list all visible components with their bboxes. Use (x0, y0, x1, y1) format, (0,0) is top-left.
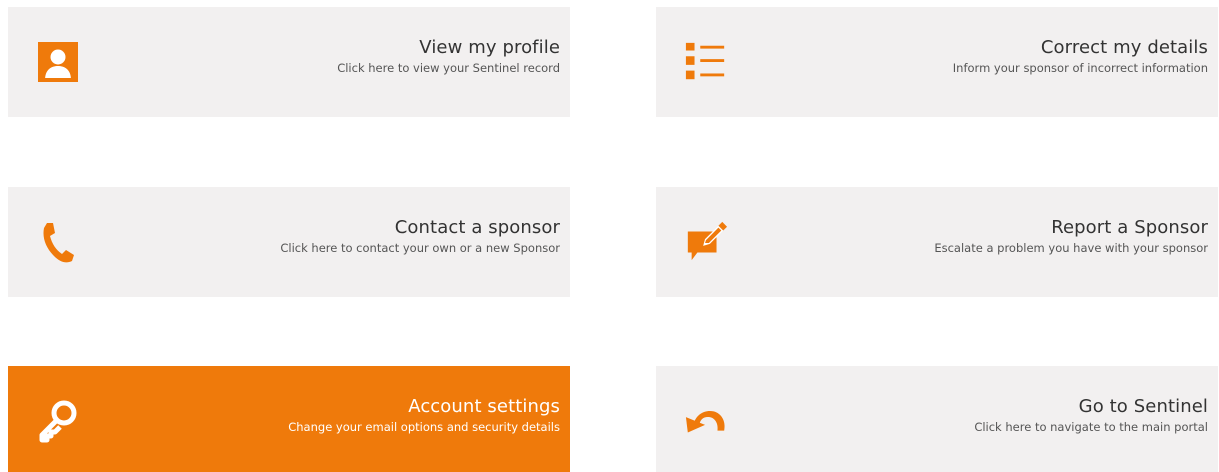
contact-sponsor-tile[interactable]: Contact a sponsor Click here to contact … (8, 187, 570, 297)
correct-details-tile[interactable]: Correct my details Inform your sponsor o… (656, 7, 1218, 117)
tile-subtitle: Change your email options and security d… (288, 420, 560, 434)
account-settings-tile[interactable]: Account settings Change your email optio… (8, 366, 570, 472)
tile-title: View my profile (419, 37, 560, 58)
tile-subtitle: Click here to view your Sentinel record (337, 61, 560, 75)
tile-subtitle: Escalate a problem you have with your sp… (934, 241, 1208, 255)
key-icon (36, 399, 80, 443)
tile-title: Report a Sponsor (1051, 217, 1208, 238)
tile-subtitle: Inform your sponsor of incorrect informa… (952, 61, 1208, 75)
list-icon (684, 40, 728, 84)
go-to-sentinel-tile[interactable]: Go to Sentinel Click here to navigate to… (656, 366, 1218, 472)
phone-icon (36, 220, 80, 264)
undo-arrow-icon (684, 399, 728, 443)
tile-title: Go to Sentinel (1078, 396, 1208, 417)
report-sponsor-tile[interactable]: Report a Sponsor Escalate a problem you … (656, 187, 1218, 297)
report-icon (684, 220, 728, 264)
tile-subtitle: Click here to contact your own or a new … (280, 241, 560, 255)
tile-subtitle: Click here to navigate to the main porta… (974, 420, 1208, 434)
tile-title: Correct my details (1040, 37, 1208, 58)
tile-title: Account settings (408, 396, 560, 417)
profile-icon (36, 40, 80, 84)
dashboard-tile-grid: View my profile Click here to view your … (0, 0, 1219, 472)
view-profile-tile[interactable]: View my profile Click here to view your … (8, 7, 570, 117)
tile-title: Contact a sponsor (394, 217, 560, 238)
